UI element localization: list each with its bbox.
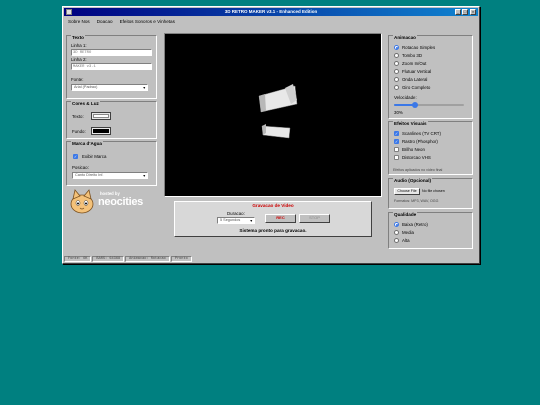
texto-panel: Texto Linha 1: 3D RETRO Linha 2: MAKER v…: [66, 35, 157, 99]
efeitos-panel-title: Efeitos Visuais: [393, 121, 428, 126]
option-onda: Onda Lateral: [402, 77, 428, 82]
gravacao-panel: Gravacao de Video Duracao: 5 Segundos ▼ …: [174, 201, 372, 237]
texto-color-label: Texto:: [72, 114, 84, 119]
radio-media[interactable]: [394, 230, 399, 235]
fonte-select[interactable]: Arial (Padrao) ▼: [71, 84, 148, 91]
option-rotacao-simples: Rotacao Simples: [402, 45, 436, 50]
menu-doacao[interactable]: Doacao: [97, 19, 113, 24]
efeitos-panel: Efeitos Visuais ✓ Scanlines (TV CRT) ✓ R…: [388, 121, 473, 175]
velocidade-value: 30%: [394, 110, 403, 115]
status-fonte: Fonte: OK: [64, 256, 92, 262]
fonte-label: Fonte:: [71, 77, 84, 82]
fundo-color-label: Fundo:: [72, 129, 86, 134]
status-bars: BARS: 64368: [92, 256, 125, 262]
audio-panel-title: Audio (Opcional): [393, 178, 433, 183]
option-baixa: Baixa (Retro): [402, 222, 428, 227]
qualidade-panel: Qualidade Baixa (Retro) Media Alta: [388, 212, 473, 249]
posicao-select-value: Canto Direito Inf.: [75, 173, 104, 177]
app-window: 3D RETRO MAKER v3.1 - Enhanced Edition _…: [62, 6, 480, 264]
rastro-checkbox[interactable]: ✓: [394, 139, 399, 144]
exibir-marca-label: Exibir Marca: [82, 154, 107, 159]
chevron-down-icon: ▼: [249, 219, 253, 223]
option-zoom: Zoom In/Out: [402, 61, 427, 66]
scanlines-checkbox[interactable]: ✓: [394, 131, 399, 136]
duracao-label: Duracao:: [227, 211, 245, 216]
posicao-label: Posicao:: [72, 165, 89, 170]
status-bar: Fonte: OK BARS: 64368 Animacao: Rotacao …: [64, 256, 478, 262]
marca-panel-title: Marca d'Agua: [71, 141, 103, 146]
status-animacao: Animacao: Rotacao: [125, 256, 170, 262]
no-file-text: No file chosen: [422, 189, 445, 193]
menu-sobre-nos[interactable]: Sobre Nos: [68, 19, 90, 24]
radio-zoom[interactable]: [394, 61, 399, 66]
close-button[interactable]: ×: [470, 9, 476, 15]
option-giro: Giro Completo: [402, 85, 431, 90]
option-tombo-3d: Tombo 3D: [402, 53, 423, 58]
option-alta: Alta: [402, 238, 410, 243]
scanlines-label: Scanlines (TV CRT): [402, 131, 441, 136]
rastro-label: Rastro (Phosphor): [402, 139, 438, 144]
neocities-cat-icon: [70, 189, 94, 214]
window-title: 3D RETRO MAKER v3.1 - Enhanced Edition: [224, 9, 318, 14]
stop-button[interactable]: STOP: [299, 214, 330, 223]
texto-panel-title: Texto: [71, 35, 85, 40]
radio-tombo-3d[interactable]: [394, 53, 399, 58]
audio-panel: Audio (Opcional) Choose File No file cho…: [388, 178, 473, 209]
rec-button[interactable]: REC: [265, 214, 296, 223]
distorcao-vhs-label: Distorcao VHS: [402, 155, 431, 160]
velocidade-slider-thumb[interactable]: [412, 102, 418, 108]
radio-alta[interactable]: [394, 238, 399, 243]
option-media: Media: [402, 230, 414, 235]
radio-rotacao-simples[interactable]: [394, 45, 399, 50]
menu-bar: Sobre Nos Doacao Efeitos Sonoros e Vinhe…: [64, 17, 478, 25]
brilho-neon-checkbox[interactable]: [394, 147, 399, 152]
radio-giro[interactable]: [394, 85, 399, 90]
title-bar: 3D RETRO MAKER v3.1 - Enhanced Edition _…: [64, 8, 478, 16]
chevron-down-icon: ▼: [142, 86, 146, 90]
cores-panel: Cores & Luz Texto: Fundo:: [66, 101, 157, 139]
velocidade-label: Velocidade:: [394, 95, 417, 100]
linha2-label: Linha 2:: [71, 57, 87, 62]
linha1-input[interactable]: 3D RETRO: [71, 49, 152, 56]
fonte-select-value: Arial (Padrao): [74, 85, 98, 89]
linha2-input[interactable]: MAKER v3.1: [71, 63, 152, 70]
gravacao-title: Gravacao de Video: [252, 203, 294, 208]
radio-onda[interactable]: [394, 77, 399, 82]
qualidade-panel-title: Qualidade: [393, 212, 418, 217]
audio-formats: Formatos: MP3, WAV, OGG: [394, 199, 439, 203]
gravacao-status: Sistema pronto para gravacao.: [239, 228, 307, 233]
brilho-neon-label: Brilho Neon: [402, 147, 425, 152]
neocities-badge[interactable]: hosted by neocities: [67, 187, 153, 215]
posicao-select[interactable]: Canto Direito Inf. ▼: [72, 172, 148, 179]
maximize-button[interactable]: □: [462, 9, 468, 15]
chevron-down-icon: ▼: [142, 174, 146, 178]
minimize-button[interactable]: _: [455, 9, 461, 15]
radio-baixa[interactable]: [394, 222, 399, 227]
option-flutuar: Flutuar Vertical: [402, 69, 432, 74]
texto-color-picker[interactable]: [91, 112, 111, 120]
menu-efeitos-sonoros[interactable]: Efeitos Sonoros e Vinhetas: [120, 19, 175, 24]
velocidade-slider[interactable]: [394, 102, 464, 108]
exibir-marca-checkbox[interactable]: ✓: [73, 154, 78, 159]
marca-panel: Marca d'Agua ✓ Exibir Marca Posicao: Can…: [66, 141, 157, 186]
linha1-label: Linha 1:: [71, 43, 87, 48]
animacao-panel-title: Animacao: [393, 35, 417, 40]
cores-panel-title: Cores & Luz: [71, 101, 100, 106]
duracao-select[interactable]: 5 Segundos ▼: [217, 217, 255, 224]
distorcao-vhs-checkbox[interactable]: [394, 155, 399, 160]
efeitos-note: Efeitos aplicados no video final: [393, 168, 443, 172]
neocities-text: neocities: [98, 196, 143, 208]
duracao-select-value: 5 Segundos: [220, 218, 241, 222]
preview-3d-text: [258, 84, 298, 139]
choose-file-button[interactable]: Choose File: [394, 188, 420, 195]
preview-canvas[interactable]: [164, 33, 382, 197]
fundo-color-picker[interactable]: [91, 127, 111, 135]
animacao-panel: Animacao Rotacao Simples Tombo 3D Zoom I…: [388, 35, 473, 119]
status-pronto: Pronto: [170, 256, 192, 262]
radio-flutuar[interactable]: [394, 69, 399, 74]
